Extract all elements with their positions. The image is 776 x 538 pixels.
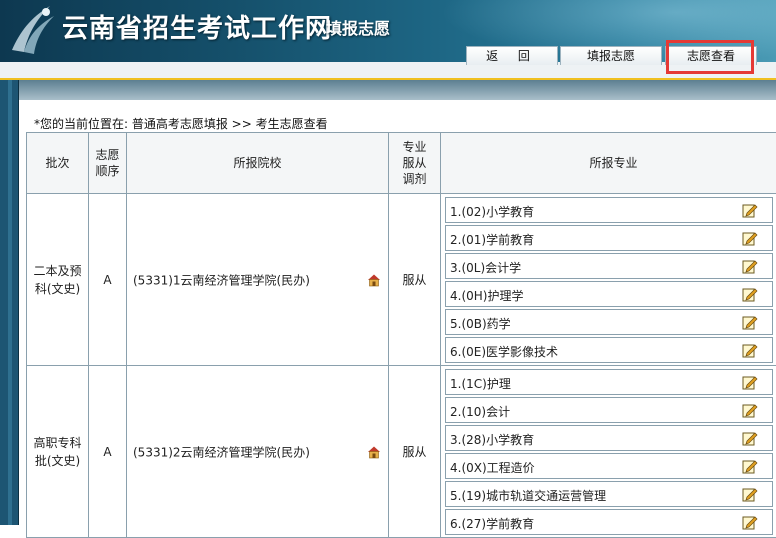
batch-line-1: 二本及预	[27, 262, 88, 280]
majors-cell: 1.(02)小学教育 2.(01)学前教育 3.(0L)会计学 4.(0H)护理…	[441, 194, 776, 366]
majors-list: 1.(02)小学教育 2.(01)学前教育 3.(0L)会计学 4.(0H)护理…	[441, 194, 776, 363]
batch-cell: 二本及预 科(文史)	[27, 194, 89, 366]
major-item: 6.(0E)医学影像技术	[445, 337, 773, 363]
edit-icon[interactable]	[742, 486, 758, 502]
table-header-row: 批次 志愿顺序 所报院校 专业服从调剂 所报专业	[27, 133, 776, 194]
major-label: 2.(01)学前教育	[450, 231, 534, 248]
major-label: 4.(0X)工程造价	[450, 459, 535, 476]
tab-return[interactable]: 返 回	[466, 46, 558, 65]
batch-line-1: 高职专科	[27, 434, 88, 452]
major-item: 4.(0X)工程造价	[445, 453, 773, 479]
order-cell: A	[89, 194, 127, 366]
page-subtitle: 填报志愿	[326, 15, 390, 39]
batch-line-2: 科(文史)	[27, 280, 88, 298]
batch-line-2: 批(文史)	[27, 452, 88, 470]
major-item: 2.(01)学前教育	[445, 225, 773, 251]
school-name: (5331)2云南经济管理学院(民办)	[133, 443, 310, 460]
edit-icon[interactable]	[742, 374, 758, 390]
edit-icon[interactable]	[742, 430, 758, 446]
major-label: 6.(27)学前教育	[450, 515, 534, 532]
major-label: 1.(02)小学教育	[450, 203, 534, 220]
major-label: 3.(0L)会计学	[450, 259, 521, 276]
major-label: 5.(19)城市轨道交通运营管理	[450, 487, 606, 504]
major-label: 1.(1C)护理	[450, 375, 511, 392]
major-item: 5.(19)城市轨道交通运营管理	[445, 481, 773, 507]
major-item: 5.(0B)药学	[445, 309, 773, 335]
header-order: 志愿顺序	[89, 133, 127, 194]
order-cell: A	[89, 366, 127, 538]
header-majors: 所报专业	[441, 133, 776, 194]
major-item: 4.(0H)护理学	[445, 281, 773, 307]
school-cell: (5331)1云南经济管理学院(民办)	[127, 194, 389, 366]
breadcrumb: *您的当前位置在: 普通高考志愿填报 >> 考生志愿查看	[34, 115, 328, 132]
header-school: 所报院校	[127, 133, 389, 194]
school-name: (5331)1云南经济管理学院(民办)	[133, 271, 310, 288]
site-title: 云南省招生考试工作网	[62, 8, 332, 45]
header-strip	[0, 80, 776, 100]
major-label: 5.(0B)药学	[450, 315, 511, 332]
edit-icon[interactable]	[742, 342, 758, 358]
major-label: 3.(28)小学教育	[450, 431, 534, 448]
edit-icon[interactable]	[742, 314, 758, 330]
edit-icon[interactable]	[742, 202, 758, 218]
application-table: 批次 志愿顺序 所报院校 专业服从调剂 所报专业 二本及预 科(文史) A (5…	[26, 132, 776, 538]
major-item: 3.(28)小学教育	[445, 425, 773, 451]
batch-cell: 高职专科 批(文史)	[27, 366, 89, 538]
major-item: 6.(27)学前教育	[445, 509, 773, 535]
edit-icon[interactable]	[742, 286, 758, 302]
major-item: 1.(1C)护理	[445, 369, 773, 395]
school-cell: (5331)2云南经济管理学院(民办)	[127, 366, 389, 538]
header-batch: 批次	[27, 133, 89, 194]
major-item: 2.(10)会计	[445, 397, 773, 423]
major-label: 6.(0E)医学影像技术	[450, 343, 558, 360]
table-row: 二本及预 科(文史) A (5331)1云南经济管理学院(民办) 服从 1.(0…	[27, 194, 776, 366]
tab-view-application[interactable]: 志愿查看	[665, 46, 757, 65]
logo-icon	[6, 2, 60, 56]
edit-icon[interactable]	[742, 458, 758, 474]
edit-icon[interactable]	[742, 258, 758, 274]
adjust-cell: 服从	[389, 366, 441, 538]
major-label: 4.(0H)护理学	[450, 287, 523, 304]
edit-icon[interactable]	[742, 514, 758, 530]
tab-fill-application[interactable]: 填报志愿	[560, 46, 662, 65]
application-table-wrap: 批次 志愿顺序 所报院校 专业服从调剂 所报专业 二本及预 科(文史) A (5…	[26, 132, 776, 532]
header-adjust: 专业服从调剂	[389, 133, 441, 194]
majors-list: 1.(1C)护理 2.(10)会计 3.(28)小学教育 4.(0X)工程造价 …	[441, 366, 776, 535]
major-item: 1.(02)小学教育	[445, 197, 773, 223]
edit-icon[interactable]	[742, 230, 758, 246]
edit-icon[interactable]	[742, 402, 758, 418]
major-label: 2.(10)会计	[450, 403, 510, 420]
left-frame	[0, 80, 19, 525]
adjust-cell: 服从	[389, 194, 441, 366]
house-icon[interactable]	[367, 273, 381, 287]
major-item: 3.(0L)会计学	[445, 253, 773, 279]
majors-cell: 1.(1C)护理 2.(10)会计 3.(28)小学教育 4.(0X)工程造价 …	[441, 366, 776, 538]
house-icon[interactable]	[367, 445, 381, 459]
table-row: 高职专科 批(文史) A (5331)2云南经济管理学院(民办) 服从 1.(1…	[27, 366, 776, 538]
